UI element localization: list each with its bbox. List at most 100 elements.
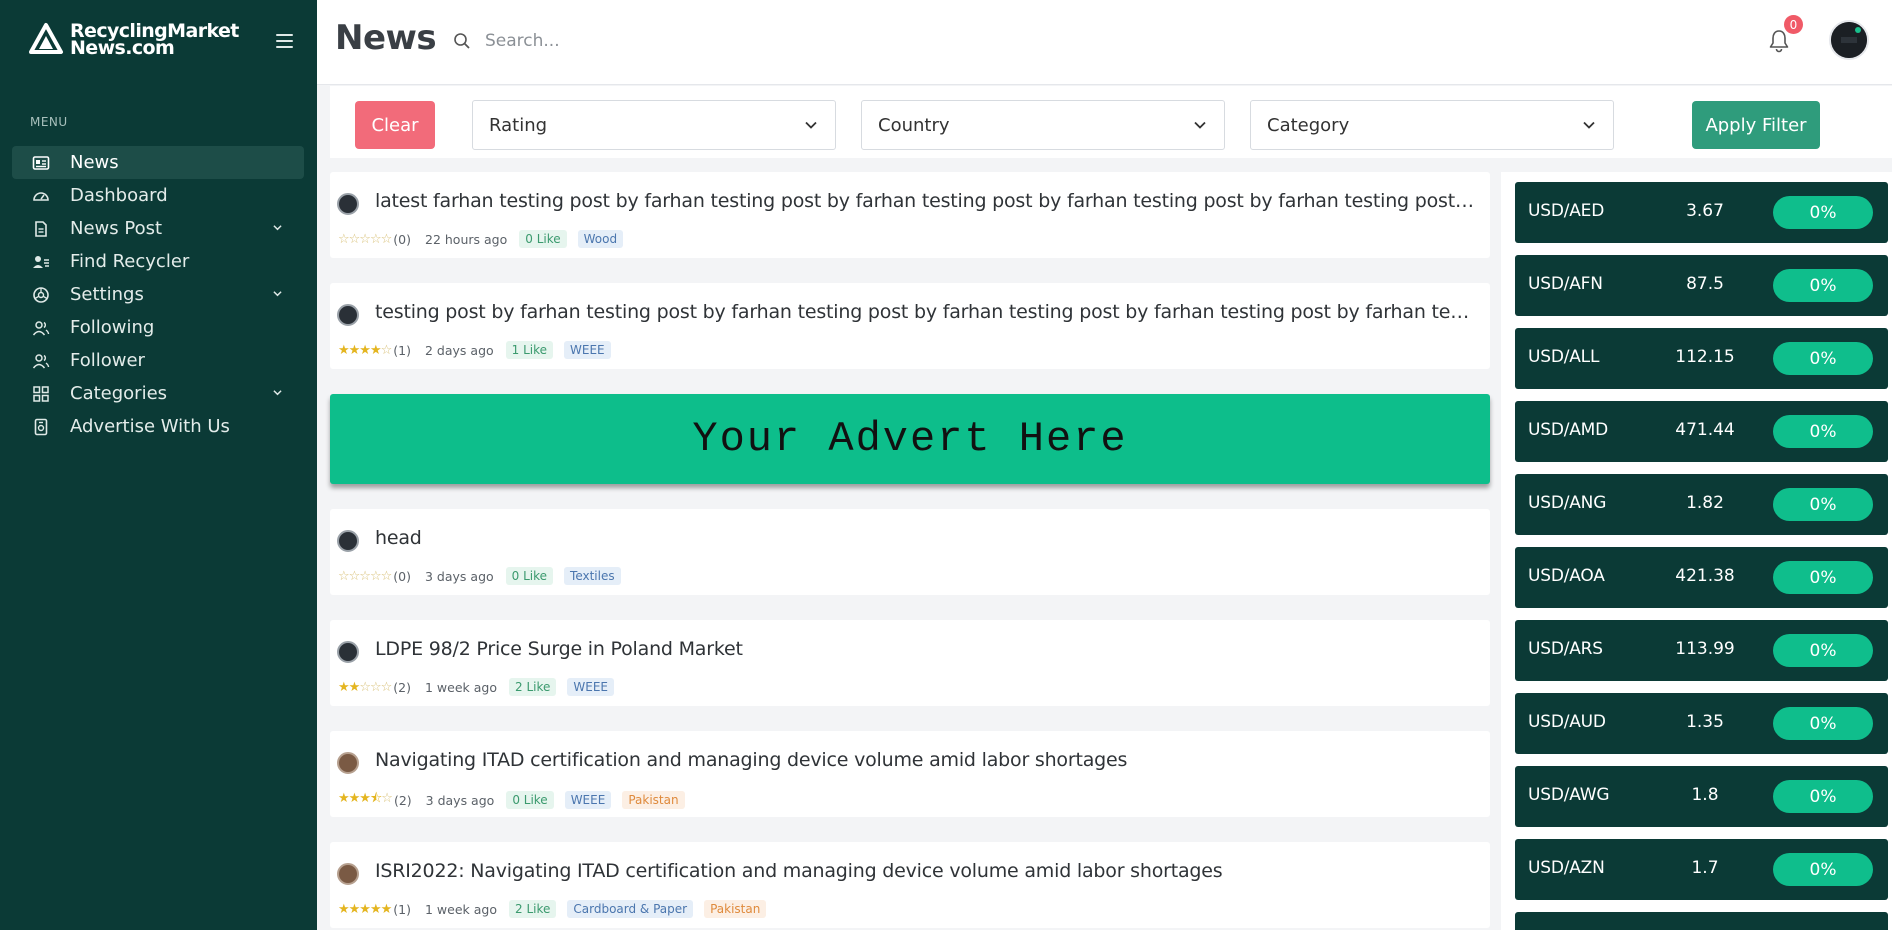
sidebar-item-follower[interactable]: Follower bbox=[12, 344, 304, 377]
post-meta: ★★★⯪☆ (2) 3 days ago 0 Like WEEE Pakista… bbox=[338, 789, 696, 811]
news-post[interactable]: Navigating ITAD certification and managi… bbox=[330, 731, 1490, 817]
category-badge[interactable]: WEEE bbox=[564, 341, 611, 359]
post-title[interactable]: testing post by farhan testing post by f… bbox=[375, 301, 1475, 323]
author-avatar[interactable] bbox=[337, 641, 359, 663]
currency-pair: USD/AZN bbox=[1528, 858, 1605, 878]
users-icon bbox=[32, 352, 50, 370]
currency-pair: USD/AED bbox=[1528, 201, 1605, 221]
sidebar-item-news[interactable]: News bbox=[12, 146, 304, 179]
search-input[interactable] bbox=[485, 24, 985, 58]
category-badge[interactable]: WEEE bbox=[567, 678, 614, 696]
rate-card[interactable]: USD/AUD 1.35 0% bbox=[1515, 693, 1888, 754]
currency-pair: USD/AOA bbox=[1528, 566, 1605, 586]
author-avatar[interactable] bbox=[337, 193, 359, 215]
rate-card-partial[interactable] bbox=[1515, 912, 1888, 930]
likes-badge[interactable]: 0 Like bbox=[505, 567, 554, 585]
chevron-down-icon bbox=[273, 390, 282, 396]
news-post[interactable]: ISRI2022: Navigating ITAD certification … bbox=[330, 842, 1490, 928]
country-select[interactable]: Country bbox=[861, 100, 1225, 150]
rate-card[interactable]: USD/AZN 1.7 0% bbox=[1515, 839, 1888, 900]
author-avatar[interactable] bbox=[337, 530, 359, 552]
rate-card[interactable]: USD/ALL 112.15 0% bbox=[1515, 328, 1888, 389]
rate-change-badge: 0% bbox=[1773, 780, 1873, 813]
sidebar-item-categories[interactable]: Categories bbox=[12, 377, 304, 410]
sidebar-item-news-post[interactable]: News Post bbox=[12, 212, 304, 245]
news-post[interactable]: latest farhan testing post by farhan tes… bbox=[330, 172, 1490, 258]
post-title[interactable]: head bbox=[375, 527, 1475, 549]
sidebar-item-following[interactable]: Following bbox=[12, 311, 304, 344]
post-time: 1 week ago bbox=[425, 901, 497, 917]
post-title[interactable]: latest farhan testing post by farhan tes… bbox=[375, 190, 1475, 212]
category-badge[interactable]: Textiles bbox=[564, 567, 621, 585]
rating-select[interactable]: Rating bbox=[472, 100, 836, 150]
advert-text: Your Advert Here bbox=[692, 415, 1128, 463]
page-title: News bbox=[335, 18, 437, 58]
post-title[interactable]: LDPE 98/2 Price Surge in Poland Market bbox=[375, 638, 1475, 660]
newspaper-icon bbox=[32, 154, 50, 172]
author-avatar[interactable] bbox=[337, 863, 359, 885]
sidebar-item-find-recycler[interactable]: Find Recycler bbox=[12, 245, 304, 278]
user-list-icon bbox=[32, 253, 50, 271]
news-post[interactable]: testing post by farhan testing post by f… bbox=[330, 283, 1490, 369]
category-badge[interactable]: Wood bbox=[577, 230, 624, 248]
country-badge[interactable]: Pakistan bbox=[622, 791, 685, 809]
rate-value: 421.38 bbox=[1675, 566, 1735, 586]
news-post[interactable]: LDPE 98/2 Price Surge in Poland Market ★… bbox=[330, 620, 1490, 706]
rate-card[interactable]: USD/AED 3.67 0% bbox=[1515, 182, 1888, 243]
sidebar-item-label: News bbox=[70, 152, 119, 173]
news-feed: latest farhan testing post by farhan tes… bbox=[330, 172, 1490, 930]
category-select[interactable]: Category bbox=[1250, 100, 1614, 150]
likes-badge[interactable]: 2 Like bbox=[509, 678, 557, 696]
hamburger-menu-icon[interactable] bbox=[276, 34, 293, 48]
country-select-label: Country bbox=[878, 114, 950, 136]
sidebar-item-label: Following bbox=[70, 317, 155, 338]
rate-value: 87.5 bbox=[1686, 274, 1724, 294]
likes-badge[interactable]: 0 Like bbox=[506, 791, 554, 809]
user-avatar[interactable] bbox=[1829, 20, 1869, 60]
apply-filter-button[interactable]: Apply Filter bbox=[1692, 101, 1820, 149]
rate-card[interactable]: USD/AWG 1.8 0% bbox=[1515, 766, 1888, 827]
rate-change-badge: 0% bbox=[1773, 707, 1873, 740]
currency-pair: USD/ANG bbox=[1528, 493, 1607, 513]
rate-card[interactable]: USD/AOA 421.38 0% bbox=[1515, 547, 1888, 608]
likes-badge[interactable]: 1 Like bbox=[505, 341, 554, 359]
advertise-icon bbox=[32, 418, 50, 436]
rating-count: (0) bbox=[393, 568, 411, 584]
clear-button[interactable]: Clear bbox=[355, 101, 435, 149]
sidebar-item-advertise[interactable]: Advertise With Us bbox=[12, 410, 304, 443]
sidebar-item-label: News Post bbox=[70, 218, 163, 239]
recycling-logo-icon bbox=[29, 23, 63, 54]
rate-change-badge: 0% bbox=[1773, 634, 1873, 667]
sidebar-item-settings[interactable]: Settings bbox=[12, 278, 304, 311]
currency-pair: USD/AWG bbox=[1528, 785, 1610, 805]
author-avatar[interactable] bbox=[337, 752, 359, 774]
sidebar-menu: News Dashboard News Post Find Recycler S… bbox=[12, 146, 304, 443]
brand-logo[interactable]: RecyclingMarket News.com bbox=[28, 22, 239, 58]
advert-banner[interactable]: Your Advert Here bbox=[330, 394, 1490, 484]
likes-badge[interactable]: 0 Like bbox=[519, 230, 567, 248]
rate-card[interactable]: USD/ARS 113.99 0% bbox=[1515, 620, 1888, 681]
sidebar-item-label: Settings bbox=[70, 284, 144, 305]
category-badge[interactable]: Cardboard & Paper bbox=[567, 900, 694, 918]
currency-pair: USD/AUD bbox=[1528, 712, 1606, 732]
post-title[interactable]: ISRI2022: Navigating ITAD certification … bbox=[375, 860, 1475, 882]
file-icon bbox=[32, 220, 50, 238]
rating-count: (0) bbox=[393, 231, 411, 247]
star-rating-icon: ★★★⯪☆ bbox=[338, 791, 393, 806]
post-meta: ★★☆☆☆ (2) 1 week ago 2 Like WEEE bbox=[338, 678, 625, 696]
users-icon bbox=[32, 319, 50, 337]
author-avatar[interactable] bbox=[337, 304, 359, 326]
post-title[interactable]: Navigating ITAD certification and managi… bbox=[375, 749, 1475, 771]
category-badge[interactable]: WEEE bbox=[564, 791, 612, 809]
rate-card[interactable]: USD/ANG 1.82 0% bbox=[1515, 474, 1888, 535]
search-icon bbox=[454, 33, 470, 49]
rate-card[interactable]: USD/AMD 471.44 0% bbox=[1515, 401, 1888, 462]
rate-card[interactable]: USD/AFN 87.5 0% bbox=[1515, 255, 1888, 316]
rate-change-badge: 0% bbox=[1773, 561, 1873, 594]
settings-icon bbox=[32, 286, 50, 304]
top-header: News 0 bbox=[317, 0, 1892, 85]
country-badge[interactable]: Pakistan bbox=[704, 900, 767, 918]
news-post[interactable]: head ☆☆☆☆☆ (0) 3 days ago 0 Like Textile… bbox=[330, 509, 1490, 595]
likes-badge[interactable]: 2 Like bbox=[509, 900, 557, 918]
sidebar-item-dashboard[interactable]: Dashboard bbox=[12, 179, 304, 212]
